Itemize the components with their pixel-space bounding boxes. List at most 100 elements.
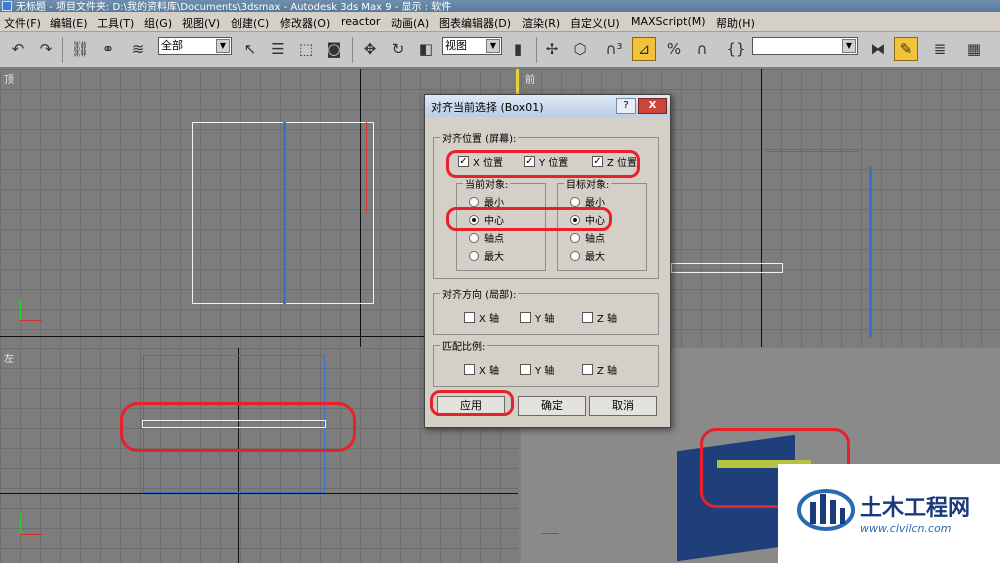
rotate-icon[interactable]: ↻ xyxy=(386,37,410,61)
current-min-radio[interactable]: 最小 xyxy=(469,194,504,209)
undo-icon[interactable]: ↶ xyxy=(6,37,30,61)
select-by-name-icon[interactable]: ☰ xyxy=(266,37,290,61)
reference-coordinate-value: 视图 xyxy=(445,39,467,52)
redo-icon[interactable]: ↷ xyxy=(34,37,58,61)
ok-button[interactable]: 确定 xyxy=(518,396,586,416)
menu-tools[interactable]: 工具(T) xyxy=(97,15,134,31)
angle-snap-icon[interactable]: ⊿ xyxy=(632,37,656,61)
scale-x-checkbox[interactable]: X 轴 xyxy=(464,362,499,377)
align-position-group: 对齐位置 (屏幕): ✓ X 位置 ✓ Y 位置 ✓ Z 位置 当前对象: 最小… xyxy=(433,130,659,279)
thin-box-object[interactable] xyxy=(869,167,872,337)
named-selection-dropdown[interactable]: ▼ xyxy=(752,37,858,55)
toolbar-separator xyxy=(352,37,353,63)
viewport-top-label[interactable]: 顶 xyxy=(4,71,14,86)
current-pivot-radio[interactable]: 轴点 xyxy=(469,230,504,245)
menu-group[interactable]: 组(G) xyxy=(144,15,172,31)
reference-coordinate-dropdown[interactable]: 视图 ▼ xyxy=(442,37,502,55)
scale-icon[interactable]: ◧ xyxy=(414,37,438,61)
axis-y-indicator xyxy=(20,513,21,535)
menu-graph-editors[interactable]: 图表编辑器(D) xyxy=(439,15,511,31)
x-position-label: X 位置 xyxy=(473,158,504,169)
align-orientation-group: 对齐方向 (局部): X 轴 Y 轴 Z 轴 xyxy=(433,286,659,335)
menu-create[interactable]: 创建(C) xyxy=(231,15,269,31)
rectangular-selection-icon[interactable]: ⬚ xyxy=(294,37,318,61)
current-object-group: 当前对象: 最小 中心 轴点 最大 xyxy=(456,176,546,271)
chevron-down-icon: ▼ xyxy=(842,39,856,53)
viewport-left-label[interactable]: 左 xyxy=(4,350,14,365)
bind-space-warp-icon[interactable]: ≋ xyxy=(126,37,150,61)
layer-manager-icon[interactable]: ≣ xyxy=(928,37,952,61)
dialog-title-bar[interactable]: 对齐当前选择 (Box01) ? X xyxy=(425,95,670,117)
orient-z-checkbox[interactable]: Z 轴 xyxy=(582,310,617,325)
help-button[interactable]: ? xyxy=(616,98,636,114)
x-position-checkbox[interactable]: ✓ X 位置 xyxy=(458,154,503,169)
pivot-center-icon[interactable]: ▮ xyxy=(506,37,530,61)
menu-help[interactable]: 帮助(H) xyxy=(716,15,755,31)
flat-box-object[interactable] xyxy=(142,420,326,428)
thin-box-object[interactable] xyxy=(283,122,286,304)
current-max-radio[interactable]: 最大 xyxy=(469,248,504,263)
align-selection-dialog: 对齐当前选择 (Box01) ? X 对齐位置 (屏幕): ✓ X 位置 ✓ Y… xyxy=(424,94,671,428)
window-title: 无标题 - 项目文件夹: D:\我的资料库\Documents\3dsmax -… xyxy=(16,2,452,12)
move-icon[interactable]: ✥ xyxy=(358,37,382,61)
menu-modifiers[interactable]: 修改器(O) xyxy=(280,15,330,31)
menu-rendering[interactable]: 渲染(R) xyxy=(522,15,560,31)
y-position-checkbox[interactable]: ✓ Y 位置 xyxy=(524,154,568,169)
selection-bracket xyxy=(366,122,367,214)
match-scale-group: 匹配比例: X 轴 Y 轴 Z 轴 xyxy=(433,338,659,387)
snap-toggle-icon[interactable]: ∩³ xyxy=(602,37,626,61)
menu-view[interactable]: 视图(V) xyxy=(182,15,220,31)
target-center-radio[interactable]: 中心 xyxy=(570,212,605,227)
flat-box-object[interactable] xyxy=(671,263,783,273)
match-scale-label: 匹配比例: xyxy=(440,338,488,353)
scale-z-checkbox[interactable]: Z 轴 xyxy=(582,362,617,377)
axis-x-indicator xyxy=(541,533,559,534)
edit-named-selection-icon[interactable]: {} xyxy=(724,37,748,61)
window-crossing-icon[interactable]: ◙ xyxy=(322,37,346,61)
orient-x-checkbox[interactable]: X 轴 xyxy=(464,310,499,325)
civilcn-logo-icon xyxy=(797,489,855,531)
watermark: 土木工程网 www.civilcn.com xyxy=(778,464,1000,563)
z-position-label: Z 位置 xyxy=(607,158,638,169)
select-manipulate-icon[interactable]: ✢ xyxy=(540,37,564,61)
curve-editor-icon[interactable]: ▦ xyxy=(962,37,986,61)
mirror-icon[interactable]: ⧓ xyxy=(866,37,890,61)
menu-file[interactable]: 文件(F) xyxy=(4,15,41,31)
align-position-label: 对齐位置 (屏幕): xyxy=(440,130,519,145)
select-and-link-icon[interactable]: ⛓ xyxy=(68,37,92,61)
scale-y-checkbox[interactable]: Y 轴 xyxy=(520,362,554,377)
app-icon[interactable] xyxy=(2,1,12,11)
toolbar-separator xyxy=(62,37,63,63)
close-button[interactable]: X xyxy=(638,98,667,114)
cancel-button[interactable]: 取消 xyxy=(589,396,657,416)
checkmark-icon: ✓ xyxy=(458,156,469,167)
orient-y-checkbox[interactable]: Y 轴 xyxy=(520,310,554,325)
target-max-radio[interactable]: 最大 xyxy=(570,248,605,263)
target-min-radio[interactable]: 最小 xyxy=(570,194,605,209)
title-bar: 无标题 - 项目文件夹: D:\我的资料库\Documents\3dsmax -… xyxy=(0,0,1000,12)
selection-filter-value: 全部 xyxy=(161,39,183,52)
menu-maxscript[interactable]: MAXScript(M) xyxy=(631,15,706,28)
percent-snap-icon[interactable]: % xyxy=(662,37,686,61)
grid-axis-horizontal xyxy=(0,493,518,494)
menu-reactor[interactable]: reactor xyxy=(341,15,380,28)
selection-filter-dropdown[interactable]: 全部 ▼ xyxy=(158,37,232,55)
spinner-snap-icon[interactable]: ∩ xyxy=(690,37,714,61)
menu-customize[interactable]: 自定义(U) xyxy=(570,15,620,31)
target-pivot-radio[interactable]: 轴点 xyxy=(570,230,605,245)
checkmark-icon: ✓ xyxy=(524,156,535,167)
toolbar-separator xyxy=(536,37,537,63)
align-icon[interactable]: ✎ xyxy=(894,37,918,61)
menu-edit[interactable]: 编辑(E) xyxy=(50,15,88,31)
target-object-label: 目标对象: xyxy=(564,176,612,191)
select-object-icon[interactable]: ↖ xyxy=(238,37,262,61)
watermark-url: www.civilcn.com xyxy=(860,522,952,535)
z-position-checkbox[interactable]: ✓ Z 位置 xyxy=(592,154,637,169)
unlink-icon[interactable]: ⚭ xyxy=(96,37,120,61)
menu-animation[interactable]: 动画(A) xyxy=(391,15,429,31)
apply-button[interactable]: 应用 xyxy=(437,396,505,416)
viewport-front-label[interactable]: 前 xyxy=(525,71,535,86)
current-center-radio[interactable]: 中心 xyxy=(469,212,504,227)
keyboard-shortcut-icon[interactable]: ⬡ xyxy=(568,37,592,61)
axis-z-indicator xyxy=(541,508,542,534)
